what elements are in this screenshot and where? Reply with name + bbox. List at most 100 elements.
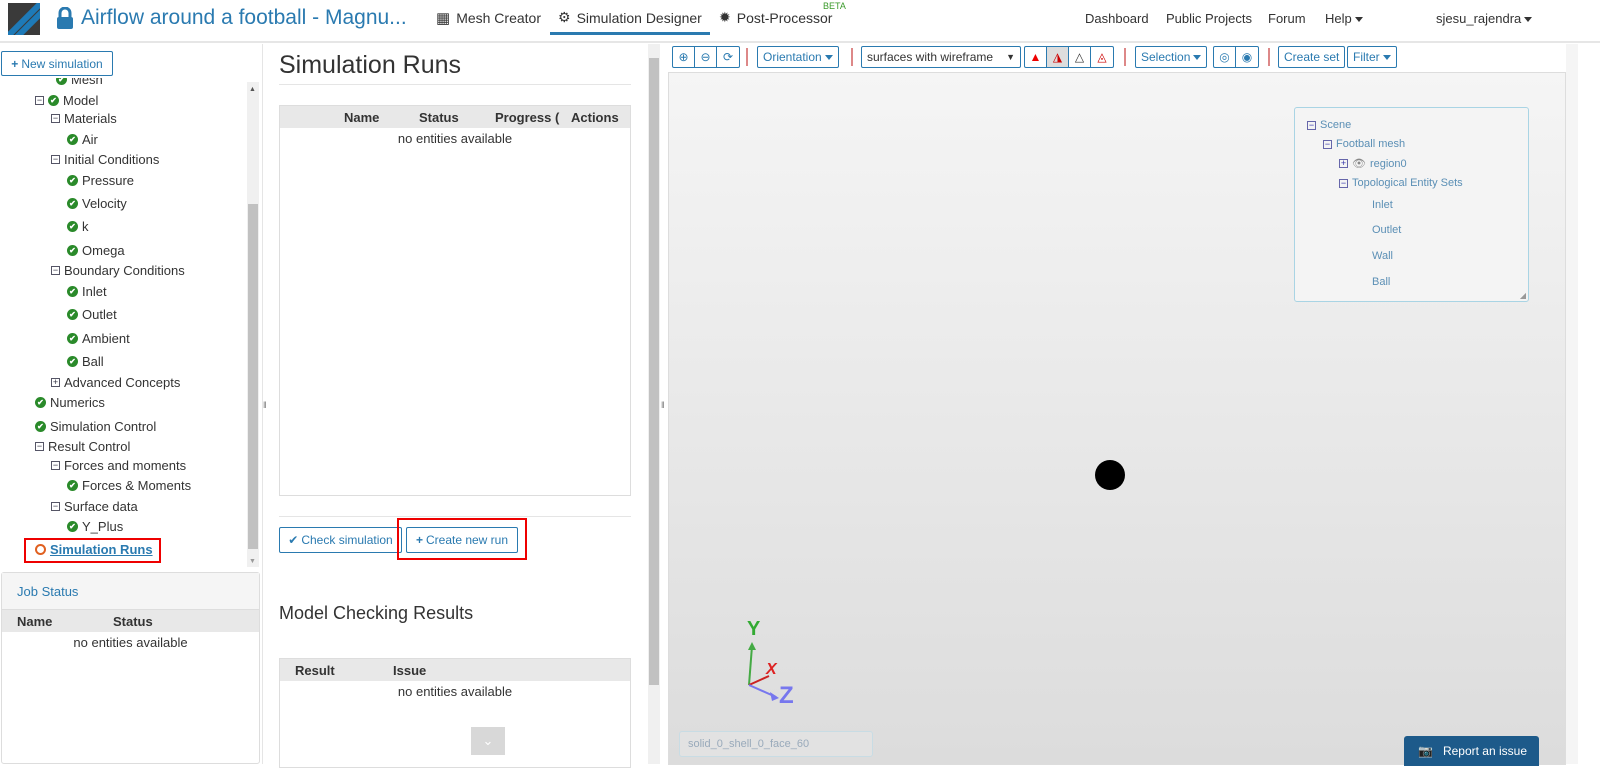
tree-item[interactable]: − Materials — [51, 111, 117, 126]
check-icon[interactable]: ✔ — [35, 421, 46, 432]
check-icon[interactable]: ✔ — [67, 480, 78, 491]
expand-icon[interactable]: + — [51, 378, 60, 387]
tree-item[interactable]: ✔ Numerics — [35, 395, 105, 410]
collapse-icon[interactable]: − — [51, 155, 60, 164]
surface-wireframe-icon[interactable]: ◮ — [1047, 47, 1069, 67]
tree-item[interactable]: ✔ Y_Plus — [67, 519, 123, 534]
check-icon[interactable]: ✔ — [67, 221, 78, 232]
splitter-handle[interactable]: ‖ — [263, 400, 267, 410]
caret-down-icon — [1524, 17, 1533, 23]
entity-set-item[interactable]: Outlet — [1372, 224, 1401, 236]
tree-item[interactable]: − ✔ Model — [35, 93, 98, 108]
tree-item-label: Outlet — [82, 307, 117, 322]
tree-item[interactable]: ✔ Ambient — [67, 331, 130, 346]
job-status-empty: no entities available — [73, 635, 188, 650]
tree-item[interactable]: − Initial Conditions — [51, 152, 159, 167]
splitter-handle[interactable]: ‖ — [661, 400, 665, 410]
scrollbar-thumb[interactable] — [649, 58, 659, 685]
new-simulation-button[interactable]: + New simulation — [1, 51, 113, 76]
hide-icon[interactable]: ◎ — [1214, 47, 1236, 67]
tree-item[interactable]: ✔ Pressure — [67, 173, 134, 188]
check-icon[interactable]: ✔ — [67, 175, 78, 186]
collapse-icon[interactable]: − — [35, 96, 44, 105]
zoom-out-icon[interactable]: ⊖ — [695, 47, 717, 67]
tree-item[interactable]: ✔ Forces & Moments — [67, 478, 191, 493]
scroll-down-button[interactable]: ⌄ — [471, 727, 505, 755]
tree-item[interactable]: ✔ k — [67, 219, 89, 234]
expand-icon: + — [1339, 158, 1348, 168]
tree-item[interactable]: ✔ Simulation Control — [35, 419, 156, 434]
refresh-icon[interactable]: ⟳ — [717, 47, 739, 67]
nav-mesh-creator[interactable]: ▦ Mesh Creator — [436, 9, 541, 27]
check-icon[interactable]: ✔ — [48, 95, 59, 106]
region-node[interactable]: + 👁 region0 — [1339, 157, 1407, 170]
report-issue-button[interactable]: 📷 Report an issue — [1404, 736, 1539, 766]
check-icon[interactable]: ✔ — [67, 356, 78, 367]
scene-node[interactable]: − Scene — [1307, 119, 1351, 131]
football-mesh-node[interactable]: − Football mesh — [1323, 138, 1405, 150]
tree-item[interactable]: + Advanced Concepts — [51, 375, 180, 390]
tree-item[interactable]: − Boundary Conditions — [51, 263, 185, 278]
check-icon[interactable]: ✔ — [35, 397, 46, 408]
nav-help[interactable]: Help — [1325, 11, 1363, 26]
nav-forum[interactable]: Forum — [1268, 11, 1306, 26]
tree-item-label: Ball — [82, 354, 104, 369]
scrollbar-thumb[interactable] — [248, 204, 258, 549]
check-icon[interactable]: ✔ — [67, 134, 78, 145]
job-status-header: Name Status — [2, 610, 259, 632]
nav-dashboard[interactable]: Dashboard — [1085, 11, 1149, 26]
nav-post-processor[interactable]: ✹ Post-Processor — [719, 9, 832, 26]
user-menu[interactable]: sjesu_rajendra — [1436, 11, 1533, 26]
entity-set-item[interactable]: Inlet — [1372, 199, 1393, 211]
collapse-icon[interactable]: − — [51, 266, 60, 275]
simscale-logo[interactable] — [8, 3, 40, 35]
tree-item[interactable]: ✔ Omega — [67, 243, 125, 258]
zoom-in-icon[interactable]: ⊕ — [673, 47, 695, 67]
resize-handle-icon[interactable]: ◢ — [1520, 291, 1526, 300]
tree-item[interactable]: ✔ Outlet — [67, 307, 117, 322]
orientation-dropdown[interactable]: Orientation — [757, 46, 839, 68]
tree-item[interactable]: − Result Control — [35, 439, 130, 454]
viewer-scrollbar[interactable] — [1566, 44, 1578, 764]
check-icon[interactable]: ✔ — [56, 78, 67, 85]
tree-item[interactable]: ✔ Inlet — [67, 284, 107, 299]
filter-dropdown[interactable]: Filter — [1347, 46, 1397, 68]
check-icon[interactable]: ✔ — [67, 198, 78, 209]
tree-item[interactable]: ✔ Ball — [67, 354, 104, 369]
tree-item[interactable]: ✔ Air — [67, 132, 98, 147]
check-icon[interactable]: ✔ — [67, 286, 78, 297]
tree-item-label: Mesh — [71, 78, 103, 87]
tree-item[interactable]: ✔ Velocity — [67, 196, 127, 211]
check-simulation-button[interactable]: ✔ Check simulation — [279, 527, 402, 553]
nav-simulation-designer[interactable]: ⚙ Simulation Designer — [550, 9, 710, 35]
check-icon[interactable]: ✔ — [67, 333, 78, 344]
check-icon[interactable]: ✔ — [67, 309, 78, 320]
beta-badge: BETA — [823, 1, 846, 11]
solid-surface-icon[interactable]: ▲ — [1025, 47, 1047, 67]
collapse-icon[interactable]: − — [51, 114, 60, 123]
tree-item[interactable]: ✔ Mesh — [56, 78, 103, 87]
football-model[interactable] — [1095, 460, 1125, 490]
collapse-icon[interactable]: − — [51, 502, 60, 511]
entity-sets-node[interactable]: − Topological Entity Sets — [1339, 177, 1463, 189]
entity-set-item[interactable]: Ball — [1372, 276, 1390, 288]
render-mode-select[interactable]: surfaces with wireframe ▼ — [861, 46, 1021, 68]
points-icon[interactable]: ◬ — [1091, 47, 1113, 67]
tree-scrollbar[interactable]: ▲ ▼ — [247, 82, 259, 567]
show-icon[interactable]: ◉ — [1236, 47, 1258, 67]
eye-icon[interactable]: 👁 — [1352, 157, 1366, 170]
selected-face-field[interactable]: solid_0_shell_0_face_60 — [679, 731, 873, 757]
nav-public-projects[interactable]: Public Projects — [1166, 11, 1252, 26]
collapse-icon[interactable]: − — [35, 442, 44, 451]
create-set-button[interactable]: Create set — [1278, 46, 1346, 68]
tree-item-label: Inlet — [82, 284, 107, 299]
tree-item[interactable]: − Surface data — [51, 499, 138, 514]
selection-dropdown[interactable]: Selection — [1135, 46, 1208, 68]
entity-set-item[interactable]: Wall — [1372, 250, 1393, 262]
tree-item[interactable]: − Forces and moments — [51, 458, 186, 473]
wireframe-icon[interactable]: △ — [1069, 47, 1091, 67]
check-icon[interactable]: ✔ — [67, 521, 78, 532]
middle-scrollbar[interactable] — [648, 44, 660, 764]
check-icon[interactable]: ✔ — [67, 245, 78, 256]
collapse-icon[interactable]: − — [51, 461, 60, 470]
